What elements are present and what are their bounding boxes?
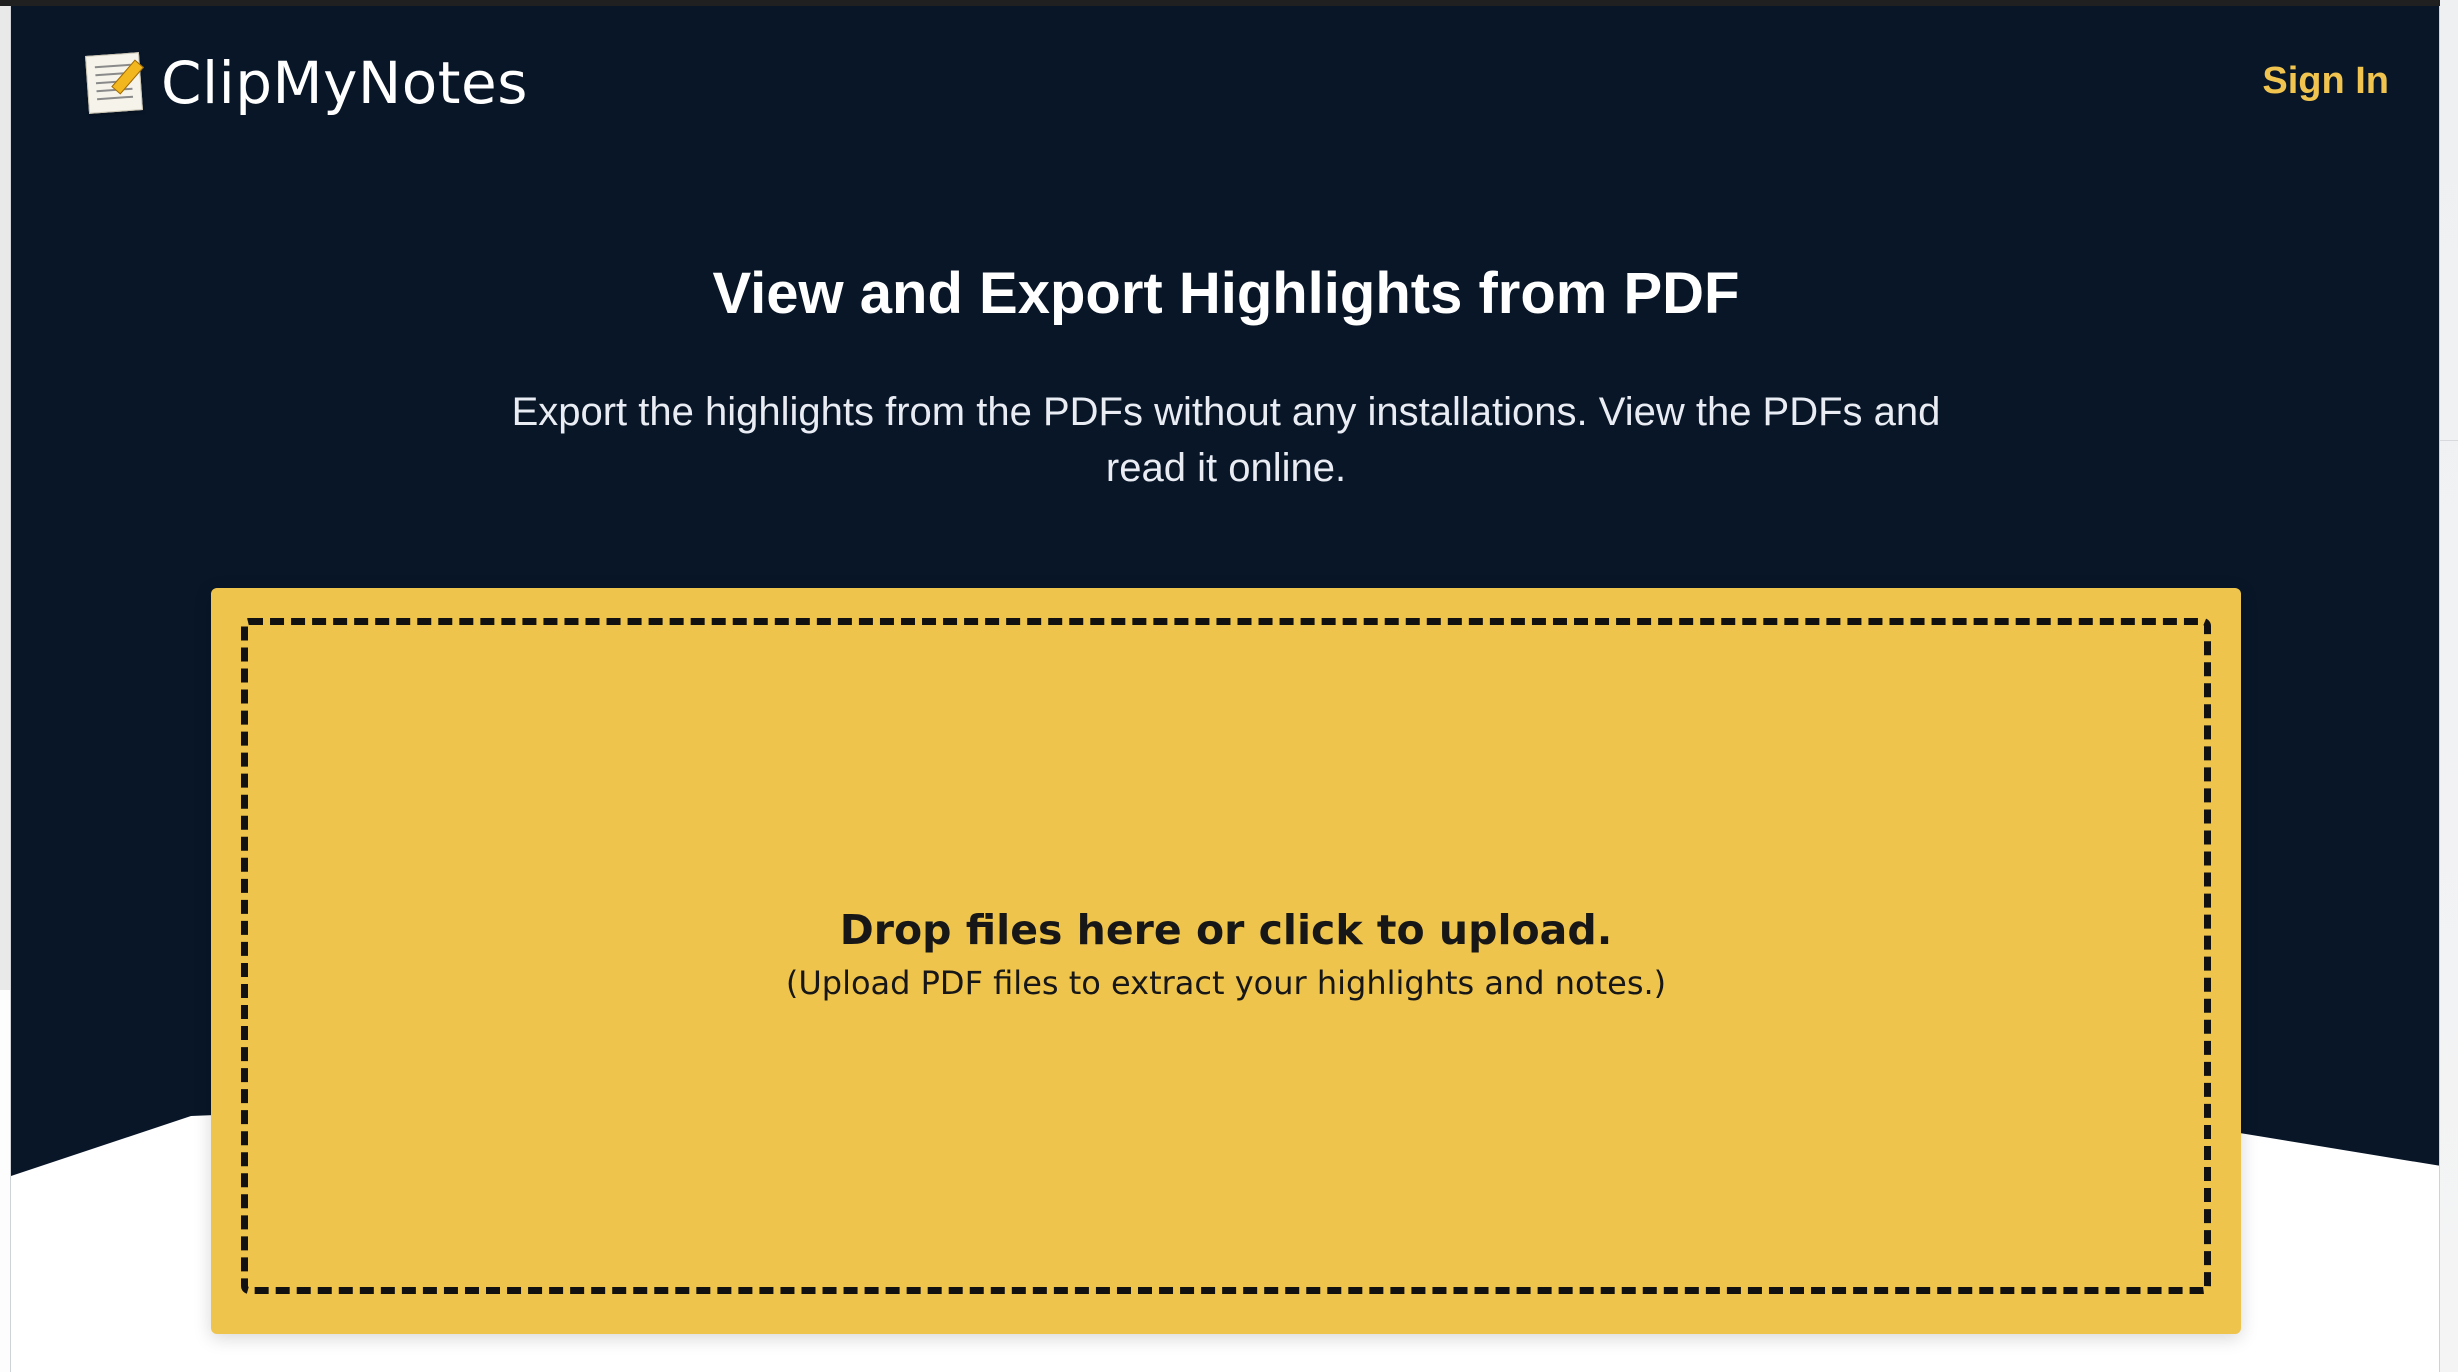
sign-in-link[interactable]: Sign In — [2262, 62, 2389, 100]
memo-icon — [85, 52, 143, 114]
upload-panel: Drop files here or click to upload. (Upl… — [211, 588, 2241, 1334]
page-subtitle: Export the highlights from the PDFs with… — [511, 390, 1941, 490]
drop-zone-subtitle: (Upload PDF files to extract your highli… — [785, 964, 1667, 1003]
brand-logo-link[interactable]: ClipMyNotes — [85, 44, 528, 122]
right-window-gutter — [2440, 0, 2458, 1372]
gutter-divider — [2440, 440, 2458, 920]
left-window-edge — [0, 990, 10, 1372]
file-drop-zone[interactable]: Drop files here or click to upload. (Upl… — [241, 618, 2211, 1294]
page-title: View and Export Highlights from PDF — [712, 261, 1740, 326]
drop-zone-title: Drop files here or click to upload. — [839, 906, 1613, 955]
app-window: ClipMyNotes Sign In View and Export High… — [10, 6, 2440, 1372]
brand-name: ClipMyNotes — [161, 49, 528, 117]
